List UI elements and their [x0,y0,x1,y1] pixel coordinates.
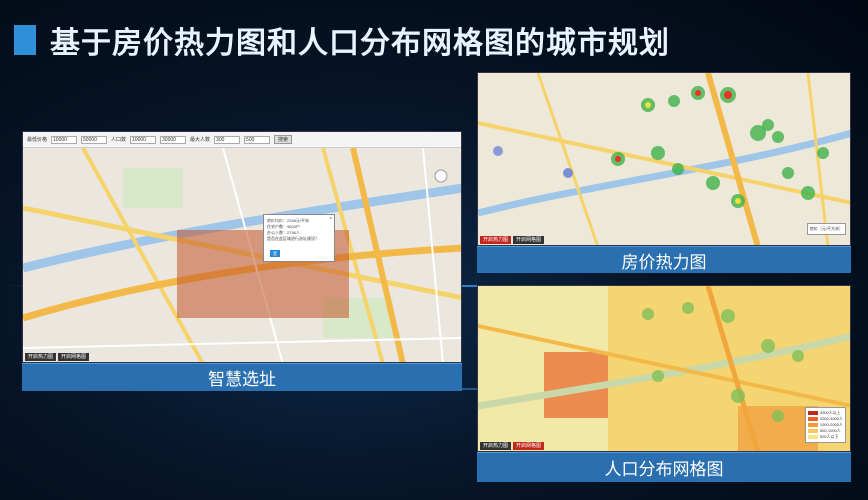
map-status-bar: 开启热力图 开启网格图 [478,441,545,451]
title-accent-mark [14,25,36,55]
max-pop-input[interactable]: 30000 [160,135,187,144]
min-pop-input[interactable]: 10000 [130,135,157,144]
slide-title: 基于房价热力图和人口分布网格图的城市规划 [50,26,670,61]
heatmap-legend: 房价（元/平方米） [806,223,846,235]
min-price-input[interactable]: 10000 [51,135,78,144]
legend-title: 房价（元/平方米） [809,226,843,231]
toolbar-label: 最大人数 [190,137,211,143]
zoom-control-icon[interactable] [434,169,448,183]
site-selection-caption: 智慧选址 [22,363,462,391]
heatmap-map[interactable]: 房价（元/平方米） 开启热力图 开启网格图 [477,72,851,246]
toggle-heatmap-button[interactable]: 开启热力图 [480,442,512,450]
legend-label: 500人以下 [819,434,839,439]
search-button[interactable]: 搜索 [274,135,293,144]
grid-legend: 3000人以上 2000-3000人 1000-2000人 500-1000人 … [804,407,846,443]
legend-row: 500人以下 [807,434,843,440]
popup-question: 是否在此区域进行选址建设？ [267,236,319,241]
toolbar-label: 最低价格 [27,137,48,143]
max-price-input[interactable]: 50000 [81,135,108,144]
toggle-heatmap-button[interactable]: 开启热力图 [25,353,57,361]
min-office-input[interactable]: 300 [214,135,241,144]
max-office-input[interactable]: 500 [244,135,271,144]
popup-confirm-button[interactable]: 是 [270,250,280,257]
close-icon[interactable]: × [329,216,332,222]
toggle-grid-button[interactable]: 开启网格图 [58,353,90,361]
map-canvas[interactable] [478,286,851,452]
toggle-grid-button[interactable]: 开启网格图 [513,442,545,450]
map-canvas[interactable] [23,148,462,363]
grid-map[interactable]: 3000人以上 2000-3000人 1000-2000人 500-1000人 … [477,285,851,452]
map-canvas[interactable] [478,73,851,246]
site-selection-map[interactable]: 最低价格 10000 50000 人口数 10000 30000 最大人数 30… [22,131,462,363]
slide-title-bar: 基于房价热力图和人口分布网格图的城市规划 [0,18,868,62]
map-toolbar: 最低价格 10000 50000 人口数 10000 30000 最大人数 30… [23,132,461,148]
map-status-bar: 开启热力图 开启网格图 [23,352,90,362]
site-popup: × 房价均价：2338元/平米 住宅户数：9603户 办公人数：2796人 是否… [263,214,335,262]
toolbar-label: 人口数 [111,137,127,143]
map-status-bar: 开启热力图 开启网格图 [478,235,545,245]
toggle-heatmap-button[interactable]: 开启热力图 [480,236,512,244]
grid-caption: 人口分布网格图 [477,452,851,482]
toggle-grid-button[interactable]: 开启网格图 [513,236,545,244]
heatmap-caption: 房价热力图 [477,246,851,273]
